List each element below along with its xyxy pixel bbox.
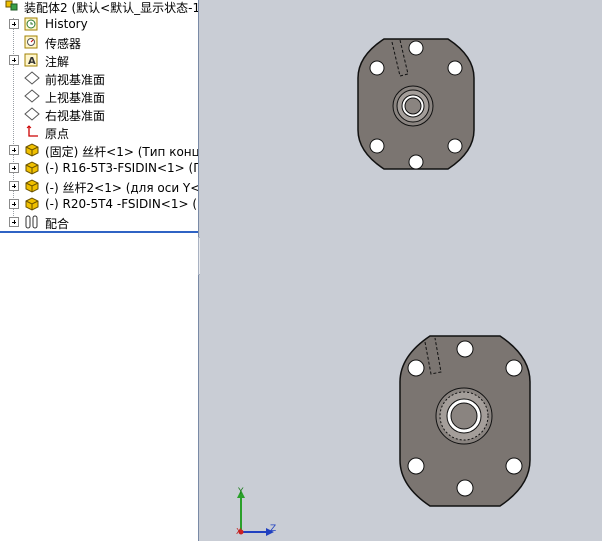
tree-item-label: 配合 (45, 217, 70, 231)
flange-part-bottom[interactable] (398, 332, 532, 510)
feature-tree-list: 装配体2 (默认<默认_显示状态-1 History 传感器 A 注解 前视基准… (0, 0, 198, 233)
plane-icon (24, 89, 40, 103)
tree-item-sensors[interactable]: 传感器 (0, 33, 198, 51)
axis-triad (237, 490, 274, 536)
part-icon (25, 197, 39, 211)
origin-icon (26, 125, 38, 137)
tree-item-label: (固定) 丝杆<1> (Тип конца (45, 145, 199, 159)
tree-item-label: (-) R20-5T4 -FSIDIN<1> (П (45, 197, 199, 211)
expand-toggle[interactable] (9, 145, 19, 155)
tree-item-component-4[interactable]: (-) R20-5T4 -FSIDIN<1> (П (0, 195, 198, 213)
feature-manager-tree: 装配体2 (默认<默认_显示状态-1 History 传感器 A 注解 前视基准… (0, 0, 199, 541)
tree-item-right-plane[interactable]: 右视基准面 (0, 105, 198, 123)
part-icon (25, 179, 39, 193)
graphics-viewport[interactable]: Y X Z (200, 0, 602, 541)
triad-z-label: Z (270, 524, 277, 534)
svg-text:A: A (28, 56, 36, 67)
tree-item-label: 右视基准面 (45, 109, 106, 123)
plane-icon (24, 107, 40, 121)
tree-item-history[interactable]: History (0, 15, 198, 33)
tree-item-annotations[interactable]: A 注解 (0, 51, 198, 69)
tree-item-mates[interactable]: 配合 (0, 213, 198, 231)
tree-item-label: (-) 丝杆2<1> (для оси Y< (45, 181, 199, 195)
triad-y-label: Y (238, 487, 244, 497)
tree-item-label: 原点 (45, 127, 70, 141)
tree-item-label: 传感器 (45, 37, 82, 51)
part-icon (25, 161, 39, 175)
expand-toggle[interactable] (9, 55, 19, 65)
mates-icon (25, 215, 38, 229)
part-icon (25, 143, 39, 157)
expand-toggle[interactable] (9, 217, 19, 227)
tree-root-assembly[interactable]: 装配体2 (默认<默认_显示状态-1 (0, 0, 198, 15)
tree-item-component-1[interactable]: (固定) 丝杆<1> (Тип конца (0, 141, 198, 159)
annotation-icon: A (24, 53, 38, 67)
triad-x-label: X (236, 527, 242, 536)
expand-toggle[interactable] (9, 199, 19, 209)
tree-item-front-plane[interactable]: 前视基准面 (0, 69, 198, 87)
plane-icon (24, 71, 40, 85)
tree-item-label: 上视基准面 (45, 91, 106, 105)
flange-part-top[interactable] (356, 36, 476, 172)
tree-item-top-plane[interactable]: 上视基准面 (0, 87, 198, 105)
tree-item-origin[interactable]: 原点 (0, 123, 198, 141)
tree-item-component-3[interactable]: (-) 丝杆2<1> (для оси Y< (0, 177, 198, 195)
assembly-icon (5, 0, 18, 11)
tree-root-label: 装配体2 (默认<默认_显示状态-1 (24, 1, 199, 15)
tree-item-label: 前视基准面 (45, 73, 106, 87)
sensor-icon (24, 35, 38, 49)
expand-toggle[interactable] (9, 19, 19, 29)
tree-item-label: 注解 (45, 55, 70, 69)
expand-toggle[interactable] (9, 163, 19, 173)
tree-item-component-2[interactable]: (-) R16-5T3-FSIDIN<1> (П (0, 159, 198, 177)
history-icon (24, 17, 38, 31)
tree-item-label: History (45, 17, 88, 31)
expand-toggle[interactable] (9, 181, 19, 191)
tree-item-label: (-) R16-5T3-FSIDIN<1> (П (45, 161, 199, 175)
